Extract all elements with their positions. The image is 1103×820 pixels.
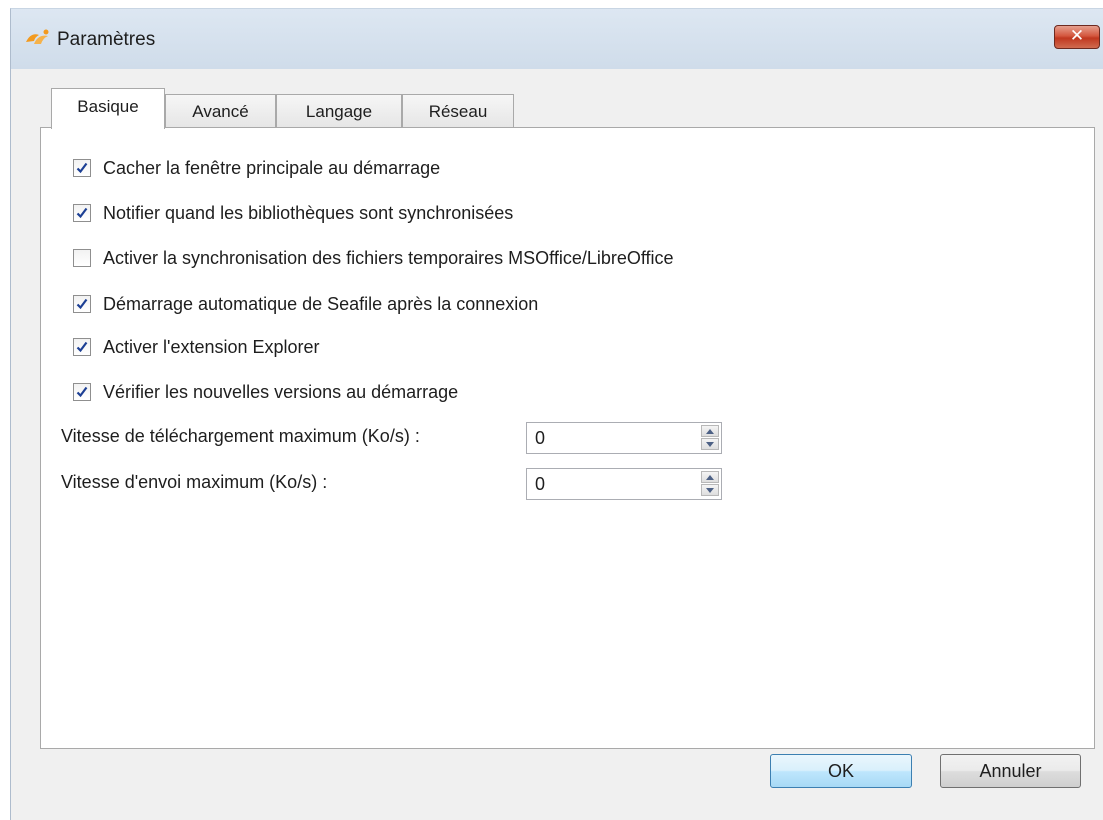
tab-reseau[interactable]: Réseau [402,94,514,127]
checkbox[interactable] [73,249,91,267]
option-label: Notifier quand les bibliothèques sont sy… [103,203,514,223]
arrow-down-icon [706,488,714,493]
arrow-up-icon [706,475,714,480]
option-label: Démarrage automatique de Seafile après l… [103,294,539,314]
checkmark-icon [76,386,88,398]
tab-basique[interactable]: Basique [51,88,165,129]
tab-langage[interactable]: Langage [276,94,402,127]
ok-button[interactable]: OK [770,754,912,788]
arrow-down-icon [706,442,714,447]
checkmark-icon [76,162,88,174]
option-label: Cacher la fenêtre principale au démarrag… [103,158,441,178]
spin-arrows [701,425,719,451]
option-label: Vérifier les nouvelles versions au démar… [103,382,459,402]
seafile-logo-icon [26,29,49,44]
close-icon: ✕ [1069,26,1085,46]
spin-arrows [701,471,719,497]
checkmark-icon [76,341,88,353]
checkbox[interactable] [73,204,91,222]
spin-down-button[interactable] [701,438,719,450]
download-speed-label: Vitesse de téléchargement maximum (Ko/s)… [61,426,420,446]
checkmark-icon [76,207,88,219]
cancel-button[interactable]: Annuler [940,754,1081,788]
basic-settings-panel: Cacher la fenêtre principale au démarrag… [40,127,1095,749]
settings-dialog: Paramètres ✕ Basique Avancé Langage Rése… [10,8,1103,820]
option-label: Activer la synchronisation des fichiers … [103,248,674,268]
spin-down-button[interactable] [701,484,719,496]
option-label: Activer l'extension Explorer [103,337,320,357]
close-button[interactable]: ✕ [1054,25,1100,49]
upload-speed-spinbox[interactable]: 0 [526,468,722,500]
checkmark-icon [76,298,88,310]
spin-up-button[interactable] [701,471,719,483]
tab-avance[interactable]: Avancé [165,94,276,127]
spin-up-button[interactable] [701,425,719,437]
upload-speed-value[interactable]: 0 [535,469,545,499]
checkbox[interactable] [73,159,91,177]
window-title: Paramètres [57,29,156,50]
download-speed-value[interactable]: 0 [535,423,545,453]
upload-speed-label: Vitesse d'envoi maximum (Ko/s) : [61,472,328,492]
screen: Paramètres ✕ Basique Avancé Langage Rése… [0,0,1103,820]
download-speed-spinbox[interactable]: 0 [526,422,722,454]
checkbox[interactable] [73,295,91,313]
arrow-up-icon [706,429,714,434]
checkbox[interactable] [73,338,91,356]
title-bar[interactable]: Paramètres ✕ [11,9,1103,69]
checkbox[interactable] [73,383,91,401]
